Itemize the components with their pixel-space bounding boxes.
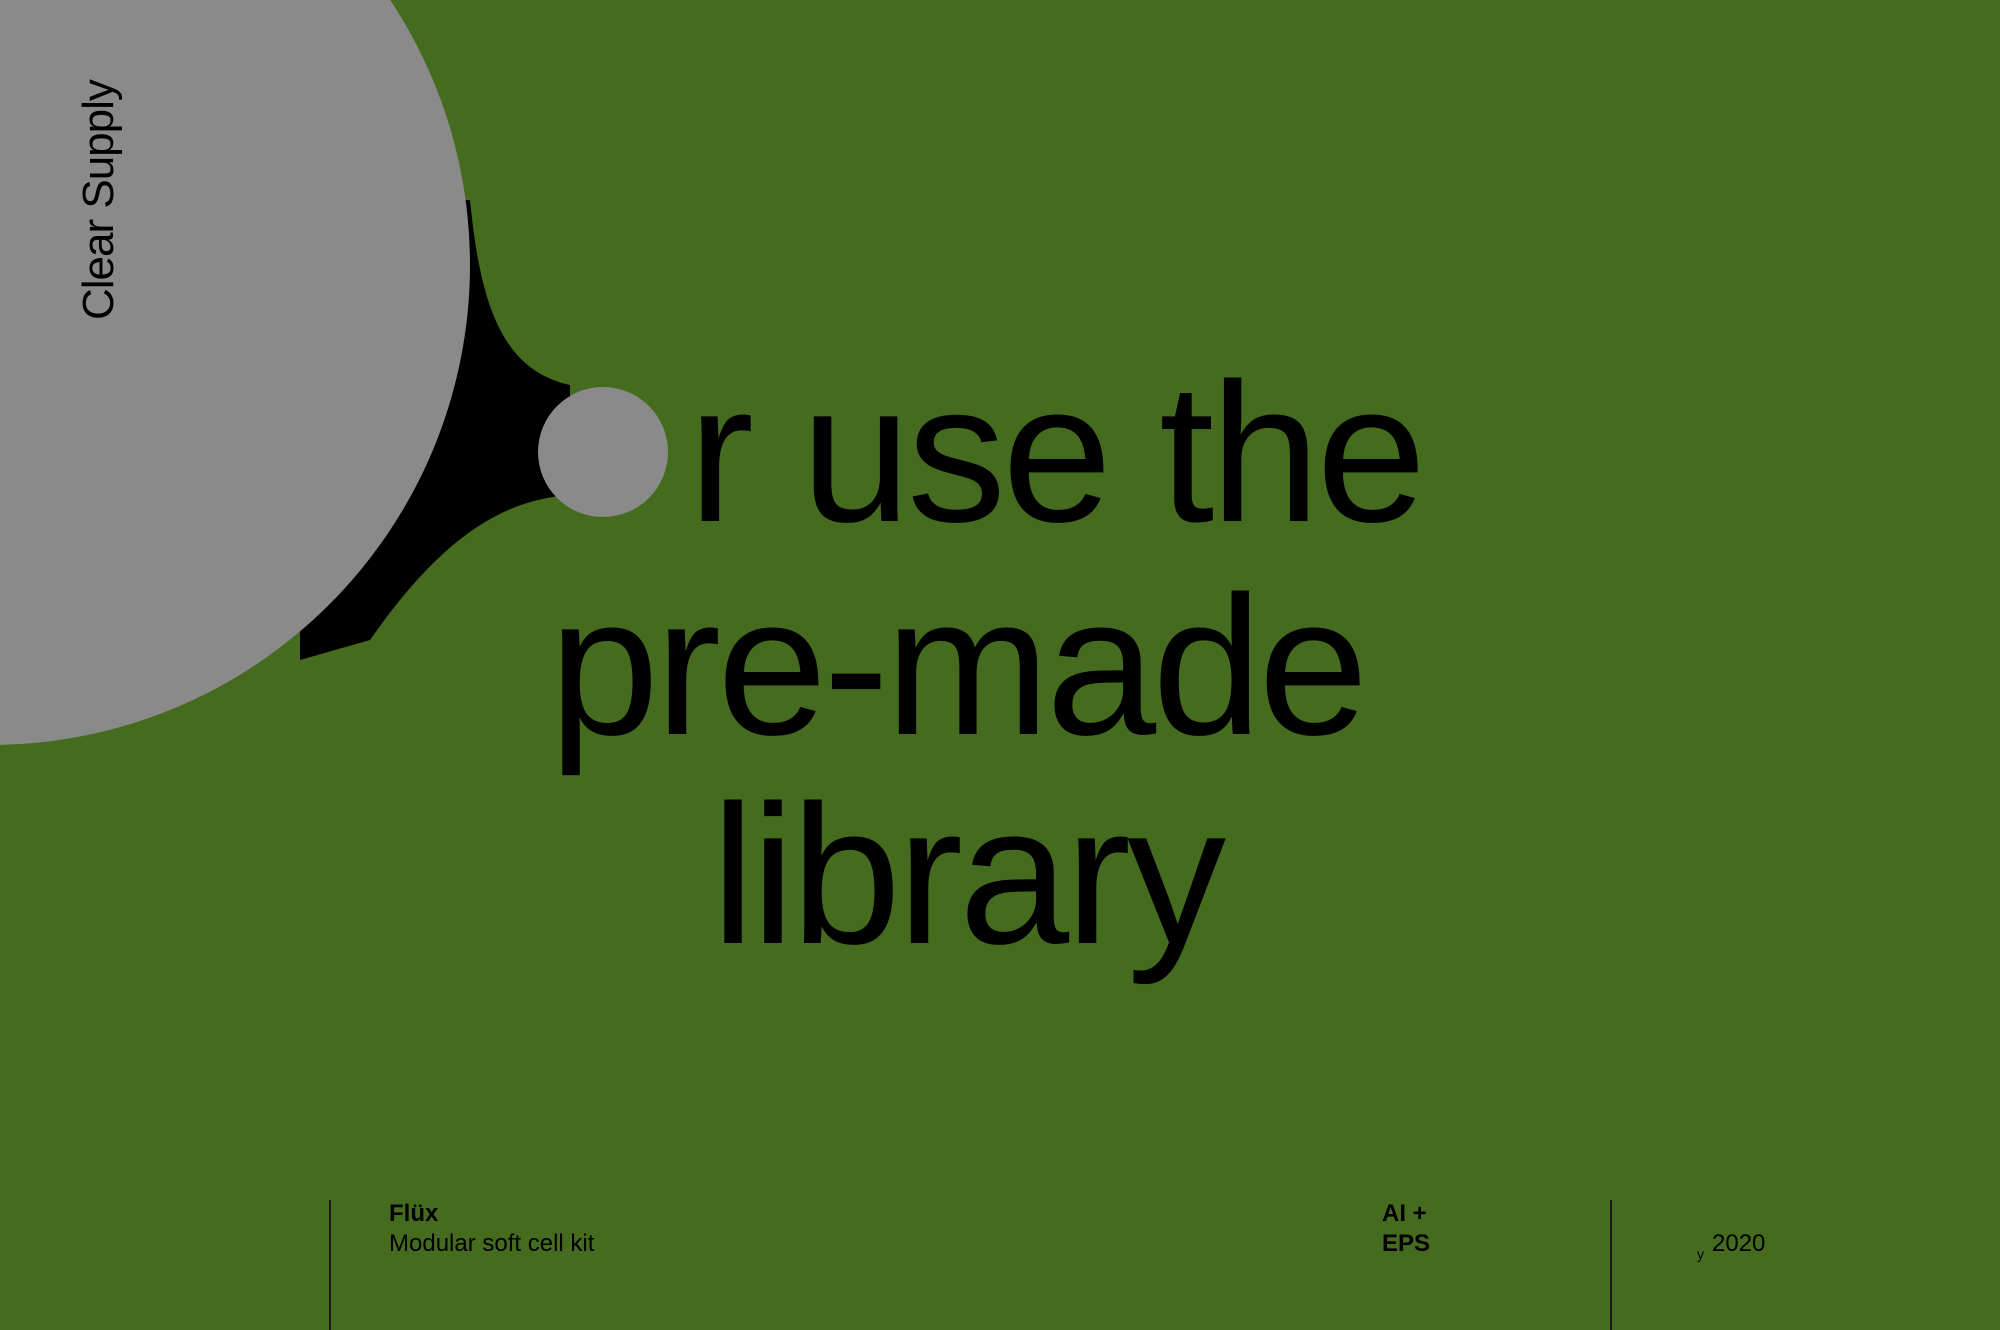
artboard: Clear Supply r use the pre-made library … bbox=[0, 0, 2000, 1330]
headline-line-3: library bbox=[711, 764, 1226, 985]
headline: r use the pre-made library bbox=[0, 0, 2000, 1000]
formats-line-1: AI + bbox=[1382, 1200, 1427, 1227]
footer: Flüx Modular soft cell kit AI + EPS y 20… bbox=[0, 1170, 2000, 1330]
year: 2020 bbox=[1712, 1230, 1766, 1257]
footer-divider-right bbox=[1610, 1200, 1612, 1330]
product-description: Modular soft cell kit bbox=[389, 1230, 595, 1257]
headline-line-1: r use the bbox=[688, 342, 1426, 563]
footer-divider-left bbox=[329, 1200, 331, 1330]
formats-line-2: EPS bbox=[1382, 1230, 1431, 1257]
product-name: Flüx bbox=[389, 1200, 439, 1227]
headline-line-2: pre-made bbox=[549, 555, 1368, 776]
year-mark: y bbox=[1697, 1246, 1704, 1262]
